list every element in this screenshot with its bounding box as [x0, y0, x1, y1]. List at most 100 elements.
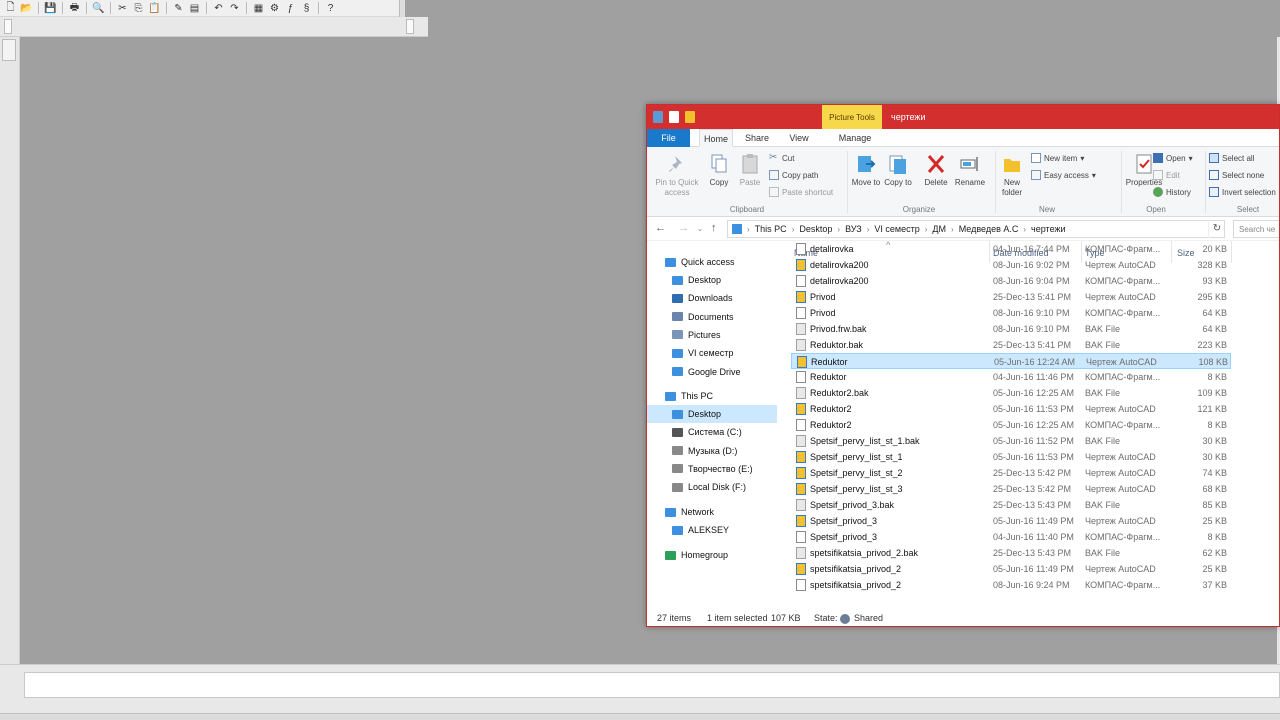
open-button[interactable]: Open ▾: [1153, 151, 1193, 165]
tab-share[interactable]: Share: [737, 129, 777, 147]
new-folder-button[interactable]: New folder: [997, 153, 1027, 198]
nav-item-pc-3[interactable]: Творчество (E:): [672, 460, 753, 478]
file-row[interactable]: Spetsif_privod_3 04-Jun-16 11:40 PM КОМПАС…: [791, 529, 1231, 545]
breadcrumb-chevron-icon[interactable]: ›: [951, 225, 954, 234]
copy-icon[interactable]: ⎘: [132, 2, 145, 15]
back-arrow-icon[interactable]: ←: [655, 222, 666, 234]
file-row[interactable]: Reduktor 05-Jun-16 12:24 AM Чертеж AutoCAD…: [791, 353, 1231, 369]
nav-item-network[interactable]: Network: [665, 503, 714, 521]
nav-item-pc-1[interactable]: Система (C:): [672, 423, 742, 441]
new-item-button[interactable]: New item ▾: [1031, 151, 1084, 165]
rename-button[interactable]: Rename: [953, 153, 987, 188]
refresh-icon[interactable]: ↻: [1208, 220, 1225, 238]
breadcrumb-item[interactable]: ДМ: [932, 224, 946, 234]
breadcrumb-item[interactable]: VI семестр: [874, 224, 919, 234]
breadcrumb-chevron-icon[interactable]: ›: [867, 225, 870, 234]
file-row[interactable]: detalirovka 04-Jun-16 7:44 PM КОМПАС-Фрагм…: [791, 241, 1231, 257]
delete-button[interactable]: Delete: [921, 153, 951, 188]
help-icon[interactable]: ?: [324, 2, 337, 15]
history-button[interactable]: History: [1153, 185, 1191, 199]
nav-item-quick-2[interactable]: Documents📌: [672, 308, 801, 326]
app-icon[interactable]: [653, 111, 663, 123]
toolbar-grip[interactable]: [2, 39, 16, 61]
copy-path-button[interactable]: Copy path: [769, 168, 818, 182]
nav-item-quick-access[interactable]: Quick access: [665, 253, 735, 271]
file-row[interactable]: Spetsif_pervy_list_st_3 25-Dec-13 5:42 PM…: [791, 481, 1231, 497]
spec-icon[interactable]: ▦: [252, 2, 265, 15]
breadcrumb-chevron-icon[interactable]: ›: [925, 225, 928, 234]
nav-item-network-0[interactable]: ALEKSEY: [672, 521, 729, 539]
tab-file[interactable]: File: [647, 129, 690, 147]
properties-icon[interactable]: [669, 111, 679, 123]
file-row[interactable]: Spetsif_pervy_list_st_1 05-Jun-16 11:53 P…: [791, 449, 1231, 465]
copy-to-button[interactable]: Copy to: [883, 153, 913, 188]
title-bar[interactable]: Picture Tools чертежи: [647, 105, 1279, 129]
file-row[interactable]: detalirovka200 08-Jun-16 9:04 PM КОМПАС-Фр…: [791, 273, 1231, 289]
address-breadcrumb[interactable]: › This PC › Desktop › ВУЗ › VI семестр › ДМ › Медве…: [727, 220, 1225, 238]
toolbar-grip[interactable]: [4, 19, 12, 34]
tab-manage[interactable]: Manage: [827, 129, 883, 147]
breadcrumb-item[interactable]: Desktop: [799, 224, 832, 234]
paste-button[interactable]: Paste: [736, 153, 764, 188]
forward-arrow-icon[interactable]: →: [678, 222, 689, 234]
breadcrumb-item[interactable]: ВУЗ: [845, 224, 862, 234]
breadcrumb-chevron-icon[interactable]: ›: [837, 225, 840, 234]
file-row[interactable]: Reduktor2 05-Jun-16 12:25 AM КОМПАС-Фрагм.…: [791, 417, 1231, 433]
select-all-button[interactable]: Select all: [1209, 151, 1254, 165]
toolbar-grip[interactable]: [399, 0, 405, 17]
file-row[interactable]: Reduktor 04-Jun-16 11:46 PM КОМПАС-Фрагм..…: [791, 369, 1231, 385]
nav-item-quick-3[interactable]: Pictures📌: [672, 326, 801, 344]
breadcrumb-item[interactable]: This PC: [755, 224, 787, 234]
new-folder-icon[interactable]: [685, 111, 695, 123]
breadcrumb-chevron-icon[interactable]: ›: [1023, 225, 1026, 234]
preview-icon[interactable]: 🔍: [92, 2, 105, 15]
column-divider[interactable]: [1231, 241, 1232, 263]
breadcrumb-chevron-icon[interactable]: ›: [792, 225, 795, 234]
file-row[interactable]: Privod 25-Dec-13 5:41 PM Чертеж AutoCAD 295…: [791, 289, 1231, 305]
nav-item-homegroup[interactable]: Homegroup: [665, 546, 728, 564]
file-row[interactable]: Spetsif_privod_3.bak 25-Dec-13 5:43 PM BAK…: [791, 497, 1231, 513]
nav-item-quick-5[interactable]: Google Drive📌: [672, 363, 801, 381]
manager-icon[interactable]: ▤: [188, 2, 201, 15]
undo-icon[interactable]: ↶: [212, 2, 225, 15]
nav-item-quick-4[interactable]: VI семестр📌: [672, 344, 801, 362]
command-line-field[interactable]: [24, 672, 1280, 698]
nav-item-quick-1[interactable]: Downloads📌: [672, 289, 801, 307]
cut-button[interactable]: ✂ Cut: [769, 151, 794, 165]
file-row[interactable]: Reduktor2 05-Jun-16 11:53 PM Чертеж AutoCA…: [791, 401, 1231, 417]
library-icon[interactable]: ⚙: [268, 2, 281, 15]
file-row[interactable]: detalirovka200 08-Jun-16 9:02 PM Чертеж Au…: [791, 257, 1231, 273]
copy-button[interactable]: Copy: [705, 153, 733, 188]
measure-icon[interactable]: §: [300, 2, 313, 15]
nav-item-pc-2[interactable]: Музыка (D:): [672, 442, 737, 460]
save-icon[interactable]: 💾: [44, 2, 57, 15]
tab-home[interactable]: Home: [699, 129, 733, 147]
nav-item-pc-4[interactable]: Local Disk (F:): [672, 478, 746, 496]
file-row[interactable]: Reduktor2.bak 05-Jun-16 12:25 AM BAK File 1…: [791, 385, 1231, 401]
invert-selection-button[interactable]: Invert selection: [1209, 185, 1276, 199]
nav-item-pc-0[interactable]: Desktop: [647, 405, 777, 423]
file-row[interactable]: Reduktor.bak 25-Dec-13 5:41 PM BAK File 223…: [791, 337, 1231, 353]
file-row[interactable]: Spetsif_pervy_list_st_2 25-Dec-13 5:42 PM…: [791, 465, 1231, 481]
file-row[interactable]: spetsifikatsia_privod_2 08-Jun-16 9:24 PM…: [791, 577, 1231, 593]
file-row[interactable]: Spetsif_pervy_list_st_1.bak 05-Jun-16 11:…: [791, 433, 1231, 449]
toolbar-grip[interactable]: [406, 19, 414, 34]
file-row[interactable]: Spetsif_privod_3 05-Jun-16 11:49 PM Чертеж…: [791, 513, 1231, 529]
paste-icon[interactable]: 📋: [148, 2, 161, 15]
paste-shortcut-button[interactable]: Paste shortcut: [769, 185, 833, 199]
up-arrow-icon[interactable]: ↑: [711, 222, 717, 234]
file-row[interactable]: Privod.frw.bak 08-Jun-16 9:10 PM BAK File 6…: [791, 321, 1231, 337]
cut-icon[interactable]: ✂: [116, 2, 129, 15]
nav-item-this-pc[interactable]: This PC: [665, 387, 713, 405]
breadcrumb-chevron-icon[interactable]: ›: [747, 225, 750, 234]
select-none-button[interactable]: Select none: [1209, 168, 1264, 182]
file-row[interactable]: spetsifikatsia_privod_2 05-Jun-16 11:49 P…: [791, 561, 1231, 577]
open-icon[interactable]: 📂: [20, 2, 33, 15]
file-row[interactable]: spetsifikatsia_privod_2.bak 25-Dec-13 5:4…: [791, 545, 1231, 561]
breadcrumb-item[interactable]: Медведев А.С: [959, 224, 1019, 234]
properties-icon[interactable]: ✎: [172, 2, 185, 15]
tab-view[interactable]: View: [781, 129, 817, 147]
print-icon[interactable]: 🖶: [68, 2, 81, 15]
move-to-button[interactable]: Move to: [851, 153, 881, 188]
new-file-icon[interactable]: 🗋: [4, 2, 17, 15]
